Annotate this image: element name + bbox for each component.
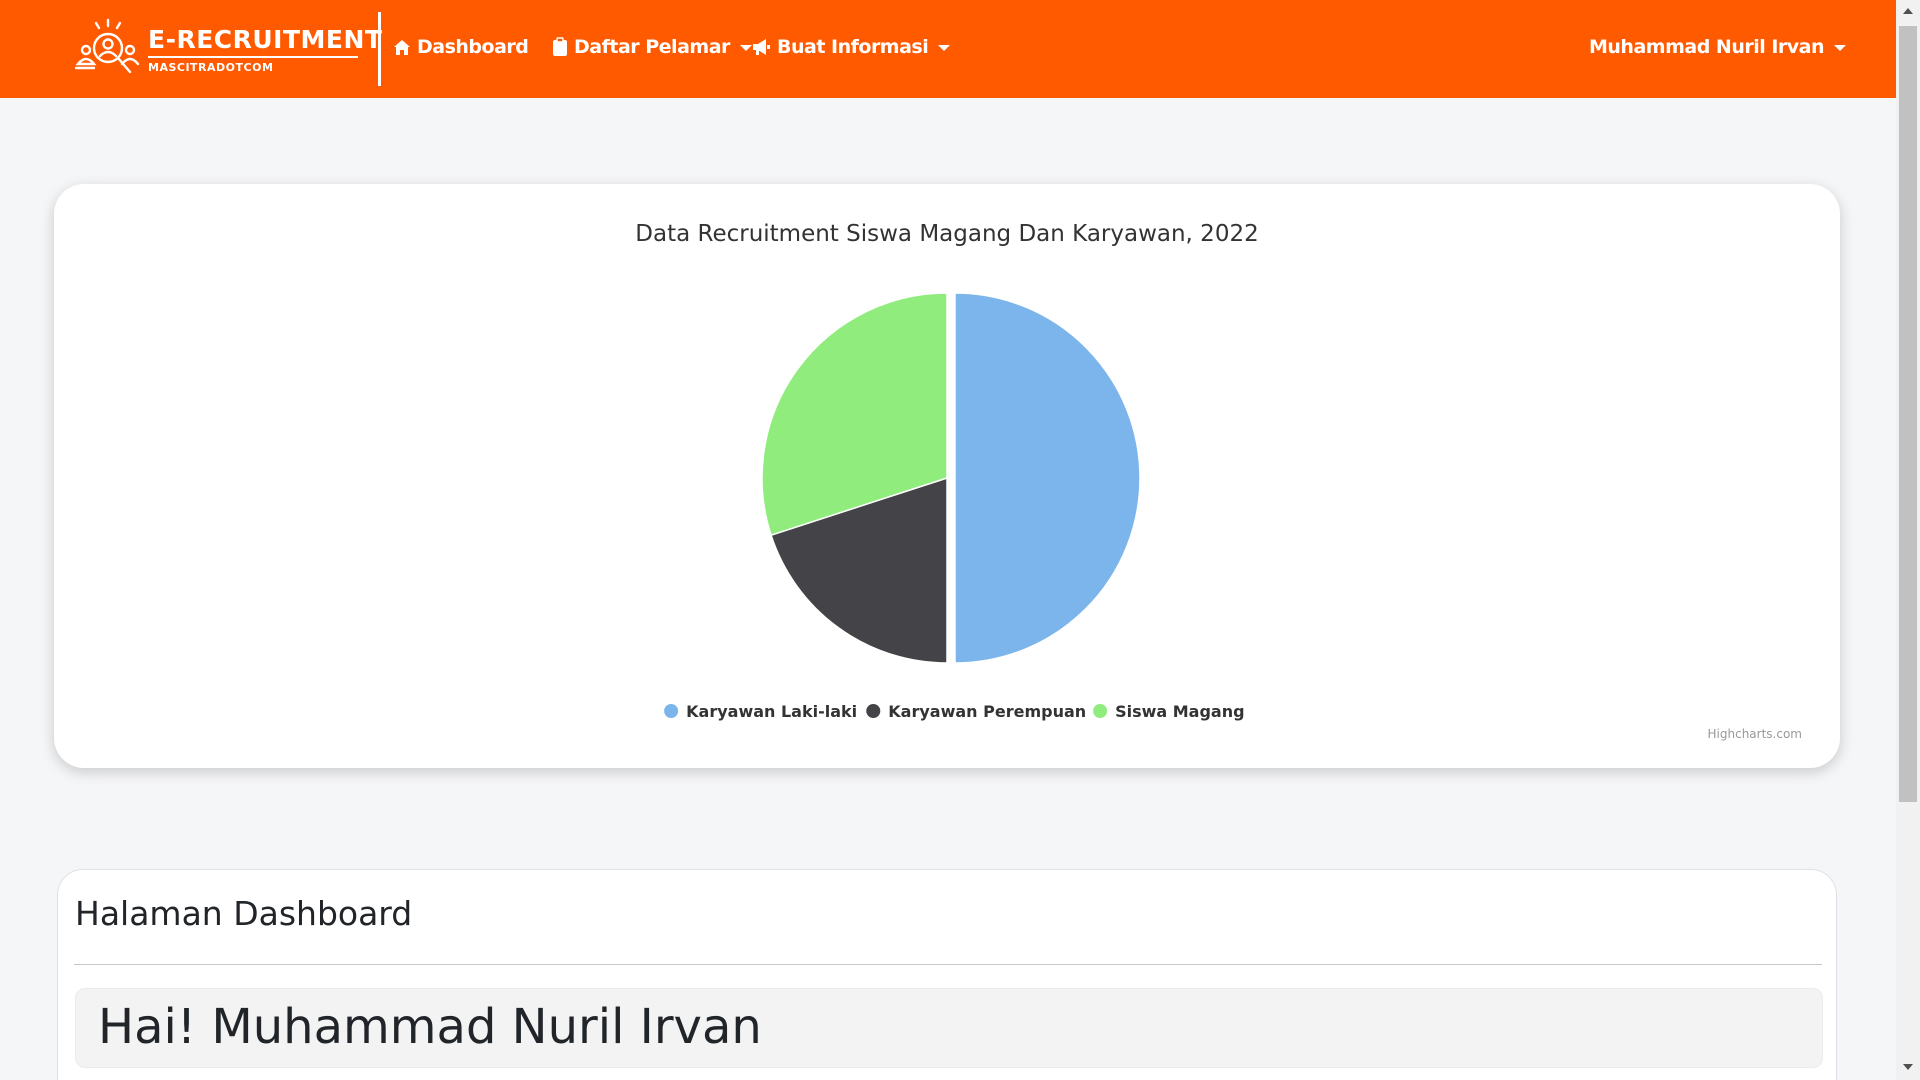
chevron-down-icon (1834, 45, 1847, 51)
legend-marker (866, 704, 881, 718)
chart-credits[interactable]: Highcharts.com (1708, 727, 1802, 741)
nav-item-label: Dashboard (417, 36, 529, 58)
chevron-down-icon (938, 45, 951, 51)
nav-item-buat-informasi[interactable]: Buat Informasi (751, 36, 951, 58)
pie-slice-karyawan-laki-laki[interactable] (954, 292, 1141, 664)
legend-label: Karyawan Laki-laki (686, 702, 857, 721)
chart-legend: Karyawan Laki-laki Karyawan Perempuan Sisw… (664, 702, 1245, 721)
pie-slices (761, 292, 1141, 664)
legend-item[interactable]: Karyawan Perempuan (866, 702, 1086, 721)
divider (74, 964, 1822, 965)
top-navbar: E-RECRUITMENT MASCITRADOTCOM Dashboard D… (0, 0, 1896, 98)
brand-title: E-RECRUITMENT (148, 25, 383, 54)
legend-item[interactable]: Karyawan Laki-laki (664, 702, 857, 721)
recruitment-logo-icon (74, 18, 140, 74)
user-menu-label: Muhammad Nuril Irvan (1589, 36, 1825, 58)
legend-label: Siswa Magang (1115, 702, 1245, 721)
nav-item-daftar-pelamar[interactable]: Daftar Pelamar (552, 36, 752, 58)
greeting-panel: Hai! Muhammad Nuril Irvan (75, 988, 1823, 1068)
legend-marker (1093, 704, 1108, 718)
megaphone-icon (753, 39, 770, 55)
greeting-text: Hai! Muhammad Nuril Irvan (98, 999, 762, 1055)
legend-label: Karyawan Perempuan (888, 702, 1086, 721)
scroll-up-icon[interactable] (1903, 8, 1913, 14)
nav-item-label: Daftar Pelamar (574, 36, 730, 58)
home-icon (394, 39, 410, 55)
brand[interactable]: E-RECRUITMENT MASCITRADOTCOM (72, 18, 382, 82)
nav-item-label: Buat Informasi (777, 36, 929, 58)
scroll-thumb[interactable] (1899, 26, 1917, 802)
nav-item-dashboard[interactable]: Dashboard (393, 36, 529, 58)
legend-item[interactable]: Siswa Magang (1093, 702, 1245, 721)
legend-marker (664, 704, 679, 718)
clipboard-icon (553, 37, 567, 56)
chart-card: Data Recruitment Siswa Magang Dan Karyaw… (54, 184, 1840, 768)
nav-divider (378, 12, 381, 86)
page-scrollbar[interactable] (1896, 0, 1920, 1080)
user-menu[interactable]: Muhammad Nuril Irvan (1589, 36, 1847, 58)
brand-underline (148, 56, 358, 58)
pie-chart: Data Recruitment Siswa Magang Dan Karyaw… (635, 221, 1802, 741)
brand-text: E-RECRUITMENT MASCITRADOTCOM (148, 26, 382, 74)
chart-title: Data Recruitment Siswa Magang Dan Karyaw… (635, 221, 1258, 247)
chart-container: Data Recruitment Siswa Magang Dan Karyaw… (76, 206, 1818, 746)
scroll-down-icon[interactable] (1903, 1064, 1913, 1070)
brand-subtitle: MASCITRADOTCOM (148, 61, 274, 74)
page-title: Halaman Dashboard (75, 894, 413, 933)
dashboard-card: Halaman Dashboard Hai! Muhammad Nuril Ir… (57, 869, 1837, 1080)
